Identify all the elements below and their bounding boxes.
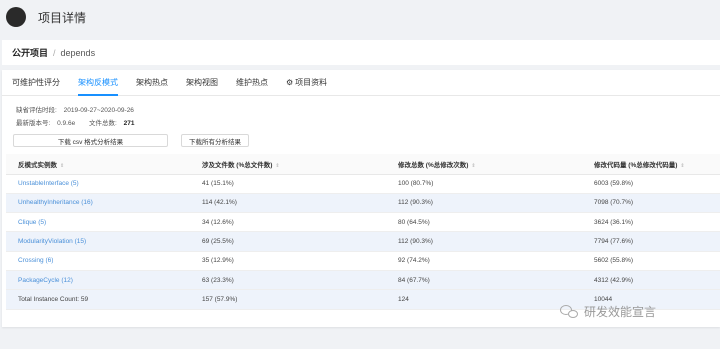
- total-cell: Total Instance Count: 59: [6, 289, 190, 310]
- total-cell: 124: [386, 289, 582, 310]
- tab-project-info[interactable]: ⚙ 项目资料: [286, 77, 327, 95]
- table-cell: 34 (12.6%): [190, 212, 386, 233]
- table-row: UnhealthyInheritance (16) 114 (42.1%) 11…: [6, 193, 720, 214]
- table-row: Crossing (6) 35 (12.9%) 92 (74.2%) 5602 …: [6, 251, 720, 271]
- column-header-changes[interactable]: 修改总数 (%总修改次数) ⇕: [386, 154, 582, 175]
- table-header-row: 反模式实例数 ⇕ 涉及文件数 (%总文件数) ⇕ 修改总数 (%总修改次数) ⇕ 修改…: [6, 154, 720, 175]
- table-row: PackageCycle (12) 63 (23.3%) 84 (67.7%) …: [6, 270, 720, 291]
- anti-pattern-link[interactable]: Crossing (6): [6, 251, 190, 271]
- tab-arch-hotspots[interactable]: 架构热点: [136, 77, 168, 95]
- table-cell: 5602 (55.8%): [582, 251, 720, 271]
- table-cell: 84 (67.7%): [386, 270, 582, 291]
- watermark-text: 研发效能宣言: [584, 305, 657, 319]
- top-bar: 项目详情: [0, 0, 720, 34]
- table-cell: 6003 (59.8%): [582, 174, 720, 194]
- sort-icon[interactable]: ⇕: [471, 163, 475, 169]
- tab-anti-patterns[interactable]: 架构反模式: [78, 77, 118, 96]
- breadcrumb-separator: /: [53, 47, 56, 58]
- table-cell: 41 (15.1%): [190, 174, 386, 194]
- period-label: 缺省评估时段:: [16, 107, 57, 114]
- anti-pattern-link[interactable]: UnstableInterface (5): [6, 174, 190, 194]
- anti-pattern-link[interactable]: UnhealthyInheritance (16): [6, 193, 190, 214]
- version-value: 0.9.6e: [57, 120, 76, 127]
- logo-icon: [6, 7, 26, 27]
- files-label: 文件总数:: [89, 120, 117, 127]
- download-all-button[interactable]: 下载所有分析结果: [181, 134, 249, 147]
- sort-icon[interactable]: ⇕: [680, 163, 684, 169]
- table-cell: 7794 (77.6%): [582, 231, 720, 252]
- tab-maintainability-score[interactable]: 可维护性评分: [12, 77, 60, 95]
- table-cell: 35 (12.9%): [190, 251, 386, 271]
- analysis-card: 可维护性评分 架构反模式 架构热点 架构视图 维护热点 ⚙ 项目资料 缺省评估时段…: [2, 70, 720, 327]
- table-cell: 7098 (70.7%): [582, 193, 720, 214]
- sort-icon[interactable]: ⇕: [275, 163, 279, 169]
- table-cell: 80 (64.5%): [386, 212, 582, 233]
- column-header-loc[interactable]: 修改代码量 (%总修改代码量) ⇕: [582, 154, 720, 175]
- sort-icon[interactable]: ⇕: [60, 163, 64, 169]
- period-value: 2019-09-27~2020-09-26: [63, 107, 134, 114]
- total-cell: 157 (57.9%): [190, 289, 386, 310]
- project-meta: 缺省评估时段: 2019-09-27~2020-09-26 最新版本号: 0.9…: [2, 104, 720, 130]
- table-cell: 4312 (42.9%): [582, 270, 720, 291]
- table-row: ModularityViolation (15) 69 (25.5%) 112 …: [6, 231, 720, 252]
- page-title: 项目详情: [38, 10, 87, 25]
- anti-pattern-table: 反模式实例数 ⇕ 涉及文件数 (%总文件数) ⇕ 修改总数 (%总修改次数) ⇕ 修改…: [6, 154, 720, 310]
- table-cell: 92 (74.2%): [386, 251, 582, 271]
- table-cell: 3624 (36.1%): [582, 212, 720, 233]
- tab-arch-view[interactable]: 架构视图: [186, 77, 218, 95]
- table-cell: 114 (42.1%): [190, 193, 386, 214]
- column-header-instances[interactable]: 反模式实例数 ⇕: [6, 154, 190, 175]
- breadcrumb-current: depends: [60, 47, 96, 58]
- tab-bar: 可维护性评分 架构反模式 架构热点 架构视图 维护热点 ⚙ 项目资料: [2, 70, 720, 96]
- watermark: 研发效能宣言: [560, 303, 656, 320]
- anti-pattern-link[interactable]: Clique (5): [6, 212, 190, 233]
- wechat-icon: [560, 304, 580, 319]
- table-cell: 63 (23.3%): [190, 270, 386, 291]
- table-cell: 100 (80.7%): [386, 174, 582, 194]
- download-csv-button[interactable]: 下载 csv 格式分析结果: [13, 134, 168, 147]
- breadcrumb-root[interactable]: 公开项目: [12, 46, 48, 59]
- column-header-files[interactable]: 涉及文件数 (%总文件数) ⇕: [190, 154, 386, 175]
- table-cell: 69 (25.5%): [190, 231, 386, 252]
- anti-pattern-link[interactable]: ModularityViolation (15): [6, 231, 190, 252]
- breadcrumb: 公开项目 / depends: [2, 40, 720, 65]
- table-row: UnstableInterface (5) 41 (15.1%) 100 (80…: [6, 174, 720, 194]
- table-row: Clique (5) 34 (12.6%) 80 (64.5%) 3624 (3…: [6, 212, 720, 233]
- table-cell: 112 (90.3%): [386, 193, 582, 214]
- anti-pattern-link[interactable]: PackageCycle (12): [6, 270, 190, 291]
- tab-maint-hotspots[interactable]: 维护热点: [236, 77, 268, 95]
- gear-icon: ⚙: [286, 78, 294, 87]
- version-label: 最新版本号:: [16, 120, 51, 127]
- table-cell: 112 (90.3%): [386, 231, 582, 252]
- files-value: 271: [123, 120, 135, 127]
